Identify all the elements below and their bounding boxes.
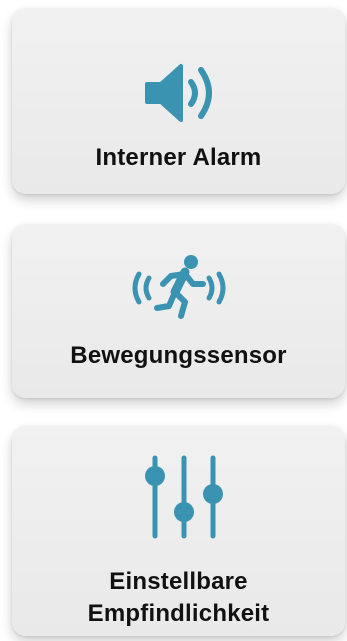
feature-label: Bewegungssensor: [70, 340, 286, 372]
feature-card-motion-sensor[interactable]: Bewegungssensor: [12, 224, 345, 398]
feature-label-line: Bewegungssensor: [70, 342, 287, 369]
feature-panel: Interner Alarm Bewegungssensor Einstellb…: [0, 0, 347, 641]
feature-label-line: Empfindlichkeit: [87, 600, 270, 627]
feature-label: Interner Alarm: [96, 142, 262, 174]
sliders-icon: [144, 455, 223, 539]
feature-card-adjustable-sensitivity[interactable]: Einstellbare Empfindlichkeit: [12, 426, 345, 636]
speaker-icon: [144, 64, 212, 122]
feature-label-line: Einstellbare: [109, 568, 248, 595]
running-person-icon: [132, 255, 225, 319]
feature-card-internal-alarm[interactable]: Interner Alarm: [12, 8, 345, 194]
feature-label-line: Interner Alarm: [95, 144, 262, 171]
feature-label: Einstellbare Empfindlichkeit: [88, 566, 270, 630]
